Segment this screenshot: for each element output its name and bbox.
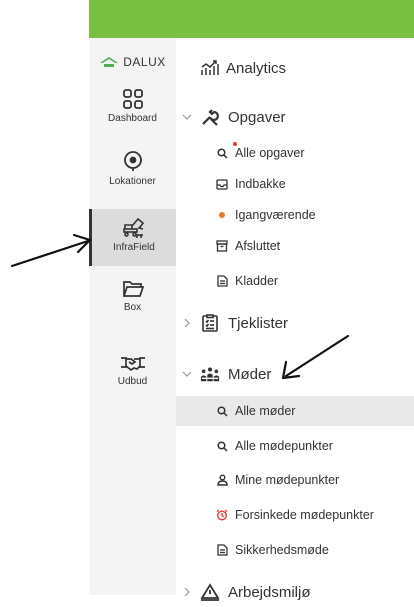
- chevron-down-icon: [182, 112, 192, 122]
- nav-label-alle-opgaver: Alle opgaver: [235, 146, 305, 160]
- rail-item-lokationer[interactable]: Lokationer: [89, 149, 176, 199]
- chevron-right-icon: [182, 587, 192, 597]
- rail-item-dashboard[interactable]: Dashboard: [89, 88, 176, 138]
- dalux-logo[interactable]: DALUX: [89, 52, 176, 72]
- location-pin-icon: [123, 151, 142, 171]
- navigation-panel: Analytics Opgaver Alle opgaver Indbakke: [176, 38, 414, 601]
- nav-label-opgaver: Opgaver: [228, 108, 286, 126]
- handshake-icon: [120, 357, 145, 372]
- rail-item-infrafield[interactable]: InfraField: [89, 209, 176, 266]
- checklist-icon: [200, 313, 220, 333]
- nav-label-mine-modepunkter: Mine mødepunkter: [235, 473, 340, 487]
- nav-mine-modepunkter[interactable]: Mine mødepunkter: [176, 467, 414, 493]
- nav-label-analytics: Analytics: [226, 59, 287, 77]
- grid-icon: [122, 89, 143, 109]
- archive-icon: [216, 240, 228, 252]
- analytics-icon: [200, 58, 220, 78]
- chevron-right-icon: [182, 318, 192, 328]
- alarm-clock-icon: [216, 509, 228, 521]
- nav-label-forsinkede-modepunkter: Forsinkede mødepunkter: [235, 508, 374, 522]
- nav-label-indbakke: Indbakke: [235, 177, 286, 191]
- nav-igangvaerende[interactable]: Igangværende: [176, 202, 414, 228]
- people-icon: [200, 364, 220, 384]
- nav-tjeklister[interactable]: Tjeklister: [176, 308, 414, 338]
- rail-label-lokationer: Lokationer: [109, 176, 156, 187]
- nav-sikkerhedsmode[interactable]: Sikkerhedsmøde: [176, 537, 414, 563]
- rail-label-udbud: Udbud: [117, 376, 148, 387]
- folder-icon: [122, 281, 144, 297]
- nav-label-alle-modepunkter: Alle mødepunkter: [235, 439, 333, 453]
- rail-label-infrafield: InfraField: [113, 242, 155, 253]
- nav-afsluttet[interactable]: Afsluttet: [176, 233, 414, 259]
- search-icon: [216, 405, 228, 417]
- inbox-icon: [216, 178, 228, 190]
- nav-moder[interactable]: Møder: [176, 359, 414, 389]
- rail-label-dashboard: Dashboard: [108, 113, 157, 124]
- annotation-arrow-left: [10, 233, 92, 268]
- top-bar: [89, 0, 414, 38]
- rail-item-udbud[interactable]: Udbud: [89, 355, 176, 405]
- nav-indbakke[interactable]: Indbakke: [176, 171, 414, 197]
- nav-opgaver[interactable]: Opgaver: [176, 102, 414, 132]
- house-icon: [100, 57, 119, 67]
- nav-label-moder: Møder: [228, 365, 272, 383]
- nav-arbejdsmiljo[interactable]: Arbejdsmiljø: [176, 577, 414, 607]
- nav-alle-moder[interactable]: Alle møder: [176, 396, 414, 426]
- nav-label-alle-moder: Alle møder: [235, 404, 296, 418]
- search-icon: [216, 440, 228, 452]
- dot-icon: [216, 209, 228, 221]
- rail-label-box: Box: [123, 302, 142, 313]
- search-icon: [216, 147, 228, 159]
- nav-analytics[interactable]: Analytics: [176, 53, 414, 83]
- nav-alle-modepunkter[interactable]: Alle mødepunkter: [176, 433, 414, 459]
- nav-label-tjeklister: Tjeklister: [228, 314, 289, 332]
- nav-alle-opgaver[interactable]: Alle opgaver: [176, 140, 414, 166]
- warning-icon: [200, 582, 220, 602]
- document-icon: [216, 275, 228, 287]
- nav-label-kladder: Kladder: [235, 274, 279, 288]
- nav-label-arbejdsmiljo: Arbejdsmiljø: [228, 583, 311, 601]
- nav-kladder[interactable]: Kladder: [176, 268, 414, 294]
- nav-label-sikkerhedsmode: Sikkerhedsmøde: [235, 543, 329, 557]
- nav-label-afsluttet: Afsluttet: [235, 239, 281, 253]
- logo-text: DALUX: [123, 55, 166, 69]
- app-rail: DALUX Dashboard Lokationer InfraField Bo…: [89, 38, 176, 595]
- rail-item-box[interactable]: Box: [89, 279, 176, 329]
- wrench-icon: [200, 107, 220, 127]
- document-icon: [216, 544, 228, 556]
- nav-forsinkede-modepunkter[interactable]: Forsinkede mødepunkter: [176, 502, 414, 528]
- nav-label-igangvaerende: Igangværende: [235, 208, 316, 222]
- person-icon: [216, 474, 228, 486]
- excavator-icon: [123, 217, 145, 238]
- chevron-down-icon: [182, 369, 192, 379]
